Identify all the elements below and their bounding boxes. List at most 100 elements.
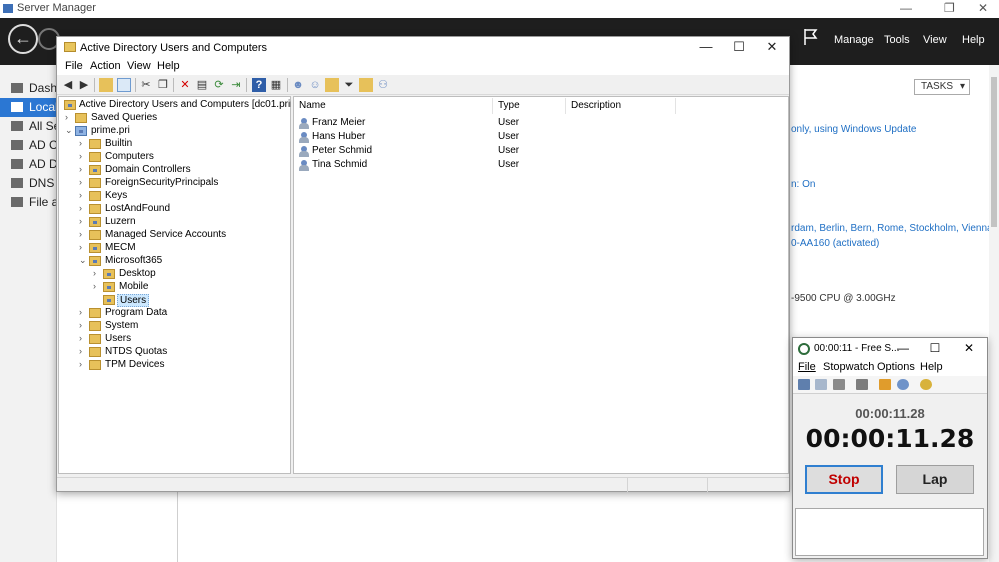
scrollbar-thumb[interactable] (991, 77, 997, 227)
close-icon[interactable]: ✕ (957, 341, 981, 355)
nav-item-file-storage[interactable]: File and Storage Services (0, 193, 57, 212)
console-view-icon[interactable]: ▦ (269, 78, 283, 92)
tree-expander[interactable]: › (79, 307, 87, 317)
maximize-icon[interactable]: ☐ (724, 39, 754, 55)
stopwatch-big-time: 00:00:11.28 (805, 424, 975, 453)
tree-expander[interactable]: › (79, 190, 87, 200)
domain-icon (75, 126, 87, 136)
tree-expander[interactable]: › (65, 112, 73, 122)
menu-options[interactable]: Options (877, 361, 915, 373)
close-icon[interactable]: ✕ (757, 39, 787, 55)
minimize-icon[interactable]: — (900, 1, 912, 15)
property-value[interactable]: only, using Windows Update (791, 124, 916, 135)
export-list-icon[interactable]: ⇥ (229, 78, 243, 92)
column-header-description[interactable]: Description (566, 98, 676, 114)
nav-item-local-server[interactable]: Local Server (0, 98, 57, 117)
tree-expander[interactable]: › (79, 138, 87, 148)
menu-view[interactable]: View (923, 34, 947, 46)
tree-expander[interactable]: ⌄ (79, 255, 87, 266)
tree-expander[interactable]: › (93, 268, 101, 278)
folder-icon (89, 204, 101, 214)
menu-help[interactable]: Help (157, 60, 180, 72)
notifications-flag-icon[interactable] (804, 28, 818, 46)
menu-action[interactable]: Action (90, 60, 121, 72)
property-value[interactable]: rdam, Berlin, Bern, Rome, Stockholm, Vie… (791, 223, 993, 234)
menu-stopwatch[interactable]: Stopwatch (823, 361, 874, 373)
close-icon[interactable]: ✕ (978, 1, 988, 15)
lap-list[interactable] (795, 508, 984, 556)
menu-help[interactable]: Help (920, 361, 943, 373)
tree-expander[interactable]: › (79, 359, 87, 369)
tree-expander[interactable]: › (79, 164, 87, 174)
cut-icon[interactable]: ✂ (139, 78, 153, 92)
home-icon[interactable] (879, 379, 891, 390)
show-hide-tree-icon[interactable] (117, 78, 131, 92)
tree-expander[interactable]: › (79, 346, 87, 356)
menu-tools[interactable]: Tools (884, 34, 910, 46)
save-icon[interactable] (798, 379, 810, 390)
back-arrow-icon[interactable]: ← (8, 24, 38, 54)
new-group-icon[interactable]: ☺ (308, 78, 322, 92)
tree-expander[interactable]: › (79, 320, 87, 330)
tree-expander[interactable]: › (79, 203, 87, 213)
aduc-toolbar: ◀ ▶ ✂ ❐ ✕ ▤ ⟳ ⇥ ? ▦ ☻ ☺ ⏷ ⚇ (57, 75, 789, 95)
nav-item-dns[interactable]: DNS (0, 174, 57, 193)
column-header-type[interactable]: Type (493, 98, 566, 114)
menu-manage[interactable]: Manage (834, 34, 874, 46)
new-ou-icon[interactable] (325, 78, 339, 92)
tree-label: Microsoft365 (105, 255, 163, 266)
copy-icon[interactable] (815, 379, 827, 390)
nav-item-ad-ds[interactable]: AD DS (0, 155, 57, 174)
copy-icon[interactable]: ❐ (156, 78, 170, 92)
menu-view[interactable]: View (127, 60, 151, 72)
tree-pane[interactable]: Active Directory Users and Computers [dc… (58, 96, 321, 474)
minimize-icon[interactable]: — (691, 39, 721, 54)
info-icon[interactable] (897, 379, 909, 390)
aduc-menubar: File Action View Help (57, 59, 789, 75)
forward-icon[interactable]: ▶ (77, 78, 91, 92)
tasks-dropdown[interactable]: TASKS ▾ (914, 79, 970, 95)
restore-icon[interactable]: ❐ (944, 1, 955, 15)
menu-file[interactable]: File (798, 361, 816, 373)
stop-button[interactable]: Stop (805, 465, 883, 494)
nav-item-ad-cs[interactable]: AD CS (0, 136, 57, 155)
tree-expander[interactable]: › (79, 177, 87, 187)
tree-expander[interactable]: › (93, 281, 101, 291)
properties-icon[interactable]: ▤ (195, 78, 209, 92)
nav-label: AD DS (29, 157, 57, 171)
maximize-icon[interactable]: ☐ (923, 341, 947, 355)
tree-expander[interactable]: › (79, 229, 87, 239)
tree-label: Keys (105, 190, 128, 201)
tree-expander[interactable]: ⌄ (65, 125, 73, 136)
new-user-icon[interactable]: ☻ (291, 78, 305, 92)
add-to-group-icon[interactable]: ⚇ (376, 78, 390, 92)
tree-expander[interactable]: › (79, 151, 87, 161)
help-icon[interactable]: ? (252, 78, 266, 92)
back-icon[interactable]: ◀ (61, 78, 75, 92)
tree-expander[interactable]: › (79, 216, 87, 226)
stopwatch-tool-icon[interactable] (920, 379, 932, 390)
nav-item-all-servers[interactable]: All Servers (0, 117, 57, 136)
filter-icon[interactable]: ⏷ (342, 78, 356, 92)
folder-icon (89, 191, 101, 201)
lap-button[interactable]: Lap (896, 465, 974, 494)
refresh-icon[interactable]: ⟳ (212, 78, 226, 92)
delete-icon[interactable]: ✕ (178, 78, 192, 92)
menu-help[interactable]: Help (962, 34, 985, 46)
menu-file[interactable]: File (65, 60, 83, 72)
column-header-name[interactable]: Name (294, 98, 493, 114)
filter-icon[interactable] (856, 379, 868, 390)
tree-expander[interactable]: › (79, 242, 87, 252)
property-value[interactable]: 0-AA160 (activated) (791, 238, 879, 249)
print-icon[interactable] (833, 379, 845, 390)
stopwatch-icon (798, 343, 810, 355)
nav-item-dashboard[interactable]: Dashboard (0, 79, 57, 98)
up-folder-icon[interactable] (99, 78, 113, 92)
minimize-icon[interactable]: — (891, 341, 915, 355)
tree-expander[interactable]: › (79, 333, 87, 343)
details-pane[interactable]: Name Type Description Franz Meier User H… (293, 96, 789, 474)
find-icon[interactable] (359, 78, 373, 92)
aduc-title: Active Directory Users and Computers (80, 42, 268, 54)
server-manager-scrollbar[interactable] (989, 65, 999, 562)
property-value[interactable]: n: On (791, 179, 815, 190)
